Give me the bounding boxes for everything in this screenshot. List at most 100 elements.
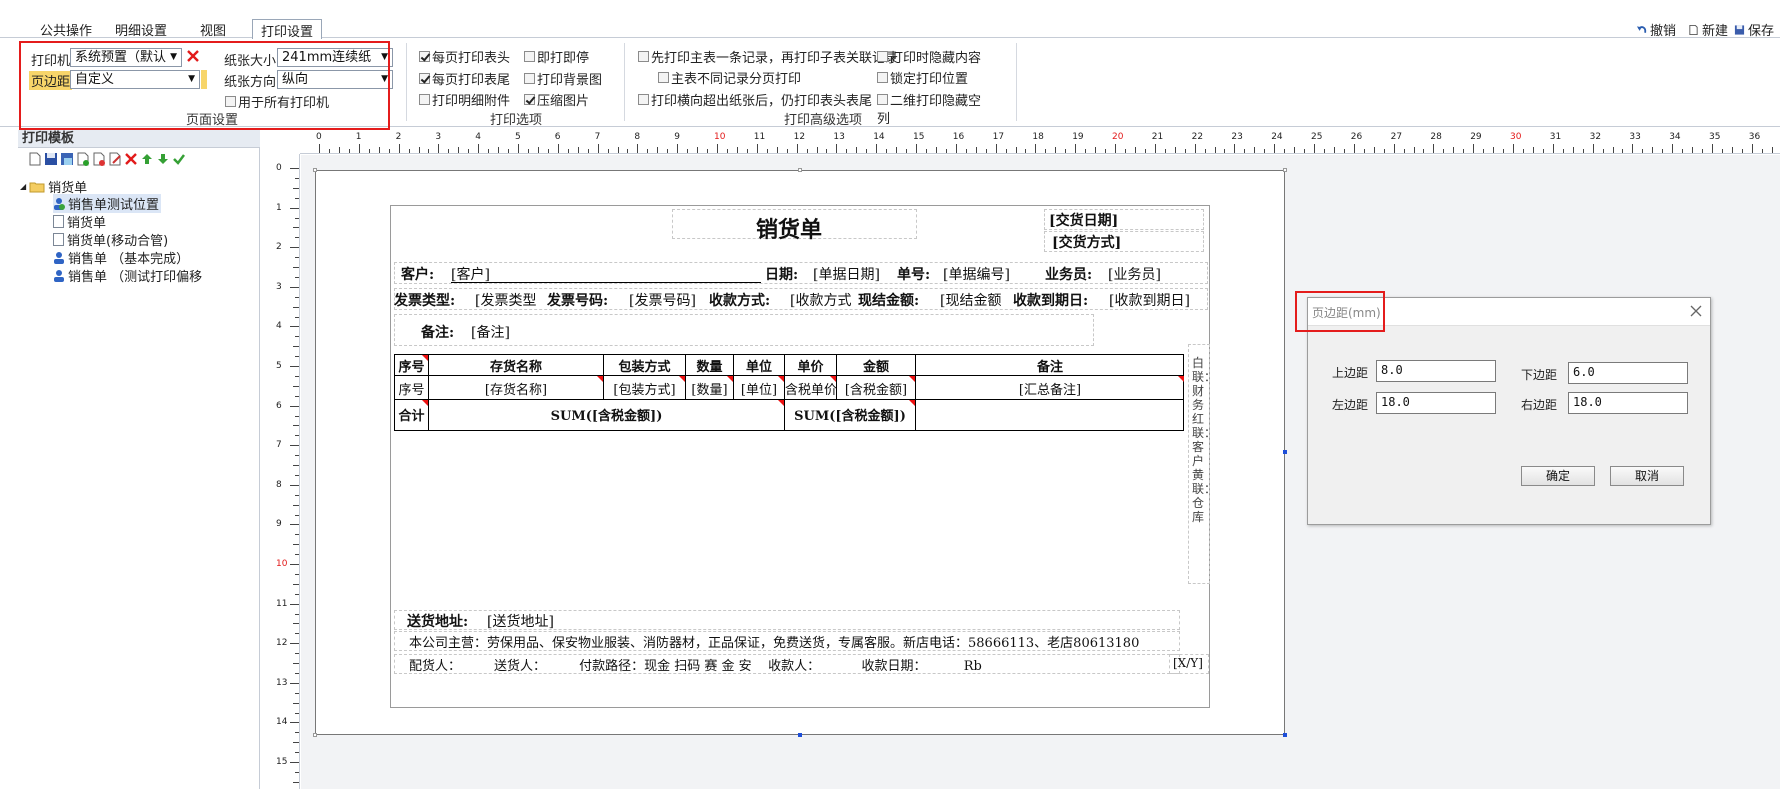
opt-label: 打印横向超出纸张后，仍打印表头表尾 bbox=[651, 94, 873, 109]
table-row-cell[interactable]: [含税金额] bbox=[837, 379, 915, 398]
company-text[interactable]: 本公司主营：劳保用品、保安物业服装、消防器材，正品保证，免费送货，专属客服。新店… bbox=[409, 632, 1139, 651]
resize-handle[interactable] bbox=[313, 733, 317, 737]
ruler-tick bbox=[295, 554, 299, 556]
import-template-icon[interactable] bbox=[76, 152, 90, 166]
adv-hide-empty-2d[interactable]: 二维打印隐藏空 bbox=[877, 90, 981, 109]
tree-item[interactable]: 销货单 bbox=[53, 212, 106, 231]
resize-handle[interactable] bbox=[1283, 733, 1287, 737]
top-margin-input[interactable]: 8.0 bbox=[1376, 360, 1496, 382]
tab-view[interactable]: 视图 bbox=[192, 19, 234, 39]
undo-button[interactable]: 撤销 bbox=[1636, 20, 1676, 39]
table-row-cell[interactable]: [汇总备注] bbox=[916, 379, 1184, 398]
delivery-method-field[interactable]: [交货方式] bbox=[1052, 232, 1121, 252]
table-row-cell[interactable]: [包装方式] bbox=[604, 379, 685, 398]
table-row-cell[interactable]: 含税单价 bbox=[785, 379, 836, 398]
pay-method-field[interactable]: [收款方式 bbox=[790, 290, 851, 310]
doc-no-field[interactable]: [单据编号] bbox=[943, 264, 1010, 284]
ruler-tick bbox=[1403, 149, 1405, 153]
salesperson-field[interactable]: [业务员] bbox=[1108, 264, 1161, 284]
adv-page-per-master-record[interactable]: 主表不同记录分页打印 bbox=[658, 68, 801, 87]
close-icon[interactable] bbox=[1690, 305, 1702, 317]
adv-print-header-footer-overflow[interactable]: 打印横向超出纸张后，仍打印表头表尾 bbox=[638, 90, 872, 109]
tree-item[interactable]: 销售单 （测试打印偏移 bbox=[53, 266, 202, 285]
date-field[interactable]: [单据日期] bbox=[813, 264, 880, 284]
delivery-date-field[interactable]: [交货日期] bbox=[1049, 210, 1118, 230]
adv-hide-content[interactable]: 打印时隐藏内容 bbox=[877, 47, 981, 66]
apply-template-icon[interactable] bbox=[172, 152, 186, 166]
ruler-tick bbox=[1771, 147, 1773, 153]
tab-print-settings[interactable]: 打印设置 bbox=[252, 19, 323, 40]
opt-label: 即打即停 bbox=[537, 51, 590, 66]
ruler-tick bbox=[1095, 147, 1097, 153]
ruler-tick bbox=[1552, 144, 1554, 153]
ruler-tick bbox=[1224, 149, 1226, 153]
ruler-tick bbox=[697, 147, 699, 153]
cancel-button[interactable]: 取消 bbox=[1610, 466, 1684, 486]
field-marker-icon bbox=[778, 400, 784, 406]
page-number-field[interactable]: [X/Y] bbox=[1173, 656, 1203, 670]
new-template-icon[interactable] bbox=[28, 152, 42, 166]
customer-field[interactable]: [客户] bbox=[451, 264, 490, 284]
ruler-tick-label: 8 bbox=[634, 132, 641, 142]
save-button[interactable]: 保存 bbox=[1734, 20, 1774, 39]
resize-handle[interactable] bbox=[1283, 450, 1287, 454]
save-template-icon[interactable] bbox=[44, 152, 58, 166]
opt-print-header-each-page[interactable]: 每页打印表头 bbox=[419, 47, 510, 66]
ruler-tick bbox=[293, 267, 299, 268]
tree-item[interactable]: 销货单(移动合管) bbox=[53, 230, 168, 249]
table-row-cell[interactable]: [数量] bbox=[686, 379, 733, 398]
resize-handle[interactable] bbox=[798, 733, 802, 737]
tree-item-selected[interactable]: 销售单测试位置 bbox=[53, 194, 162, 213]
footer-signatures[interactable]: 配货人： 送货人： 付款路径：现金 扫码 赛 金 安 收款人： 收款日期： Rb bbox=[409, 655, 982, 674]
right-margin-input[interactable]: 18.0 bbox=[1568, 392, 1688, 414]
adv-master-then-child[interactable]: 先打印主表一条记录，再打印子表关联记录 bbox=[638, 47, 898, 66]
move-up-icon[interactable] bbox=[140, 152, 154, 166]
table-row-cell[interactable]: 序号 bbox=[395, 379, 428, 398]
bottom-margin-input[interactable]: 6.0 bbox=[1568, 362, 1688, 384]
tab-detail-settings[interactable]: 明细设置 bbox=[107, 19, 175, 39]
tree-item-label: 销货单(移动合管) bbox=[67, 234, 169, 249]
table-header-cell: 单位 bbox=[745, 360, 772, 375]
total-sum-cell[interactable]: SUM([含税金额]) bbox=[429, 405, 784, 424]
resize-handle[interactable] bbox=[798, 168, 802, 172]
opt-print-detail-attachments[interactable]: 打印明细附件 bbox=[419, 90, 510, 109]
new-button[interactable]: 新建 bbox=[1688, 20, 1728, 39]
save-as-template-icon[interactable] bbox=[60, 152, 74, 166]
resize-handle[interactable] bbox=[313, 168, 317, 172]
remove-icon[interactable] bbox=[124, 152, 138, 166]
resize-handle[interactable] bbox=[1283, 168, 1287, 172]
remark-field[interactable]: [备注] bbox=[471, 322, 510, 342]
opt-label: 压缩图片 bbox=[537, 94, 590, 109]
tree-item[interactable]: 销售单 （基本完成） bbox=[53, 248, 189, 267]
ruler-tick bbox=[1662, 149, 1664, 153]
ruler-tick bbox=[1105, 149, 1107, 153]
edit-template-icon[interactable] bbox=[108, 152, 122, 166]
invoice-no-field[interactable]: [发票号码] bbox=[629, 290, 696, 310]
ruler-tick bbox=[1483, 149, 1485, 153]
total-label: 合计 bbox=[398, 409, 425, 424]
opt-compress-images[interactable]: 压缩图片 bbox=[524, 90, 589, 109]
print-options-group-label: 打印选项 bbox=[490, 113, 543, 128]
ruler-tick bbox=[398, 144, 400, 153]
form-title[interactable]: 销货单 bbox=[756, 212, 822, 244]
address-field[interactable]: [送货地址] bbox=[487, 611, 554, 631]
tab-bar: 公共操作 明细设置 视图 打印设置 撤销 新建 保存 bbox=[0, 0, 1780, 40]
copy-distribution-text[interactable]: 白联：财务 红联：客户 黄联：仓库 bbox=[1192, 356, 1216, 524]
cash-field[interactable]: [现结金额 bbox=[940, 290, 1001, 310]
tab-common-ops[interactable]: 公共操作 bbox=[32, 19, 100, 39]
table-row-cell[interactable]: [存货名称] bbox=[429, 379, 603, 398]
left-margin-input[interactable]: 18.0 bbox=[1376, 392, 1496, 414]
adv-lock-print-position[interactable]: 锁定打印位置 bbox=[877, 68, 968, 87]
table-row-cell[interactable]: [单位] bbox=[734, 379, 784, 398]
opt-stop-after-print[interactable]: 即打即停 bbox=[524, 47, 589, 66]
invoice-type-field[interactable]: [发票类型 bbox=[475, 290, 536, 310]
total-amount-cell[interactable]: SUM([含税金额]) bbox=[785, 405, 915, 424]
ruler-tick bbox=[293, 583, 299, 585]
due-date-field[interactable]: [收款到期日] bbox=[1109, 290, 1190, 310]
move-down-icon[interactable] bbox=[156, 152, 170, 166]
delete-template-icon[interactable] bbox=[92, 152, 106, 166]
ok-button[interactable]: 确定 bbox=[1521, 466, 1595, 486]
opt-print-footer-each-page[interactable]: 每页打印表尾 bbox=[419, 69, 510, 88]
ruler-tick bbox=[736, 147, 738, 153]
opt-print-background[interactable]: 打印背景图 bbox=[524, 69, 602, 88]
